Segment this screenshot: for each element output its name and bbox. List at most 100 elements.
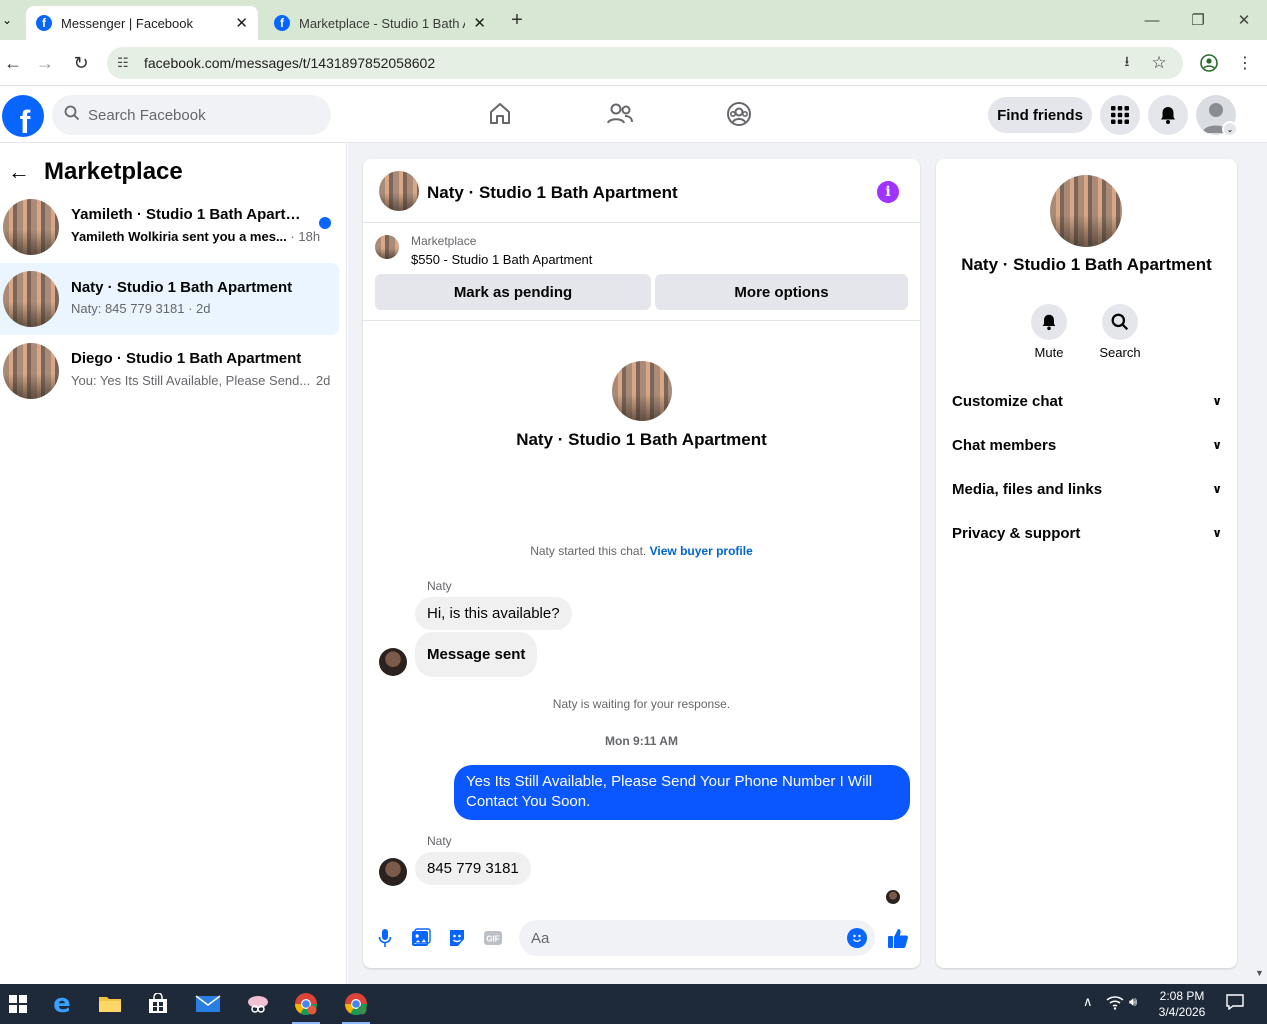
conversation-preview: Naty: 845 779 3181 bbox=[71, 301, 185, 316]
seen-receipt-avatar bbox=[886, 890, 900, 904]
outgoing-message-bubble[interactable]: Yes Its Still Available, Please Send You… bbox=[454, 765, 910, 820]
conversation-time: · 18h bbox=[290, 229, 321, 244]
like-thumbs-up-icon[interactable] bbox=[886, 926, 910, 950]
notifications-bell-icon[interactable] bbox=[1148, 95, 1188, 135]
volume-icon[interactable]: 🔊︎ bbox=[1129, 994, 1137, 1010]
edge-browser-icon[interactable]: e bbox=[44, 988, 80, 1020]
url-bar[interactable]: ☷ facebook.com/messages/t/14318978520586… bbox=[107, 47, 1183, 79]
install-app-icon[interactable]: ⭳ bbox=[1116, 52, 1138, 74]
listing-thumbnail[interactable] bbox=[375, 235, 399, 259]
message-sender-name: Naty bbox=[427, 579, 452, 593]
conversation-item-yamileth[interactable]: Yamileth · Studio 1 Bath Apartme... Yami… bbox=[0, 195, 339, 259]
minimize-icon[interactable]: — bbox=[1140, 8, 1164, 32]
menu-grid-icon[interactable] bbox=[1100, 95, 1140, 135]
more-options-button[interactable]: More options bbox=[655, 274, 908, 310]
listing-photo-avatar bbox=[3, 271, 59, 327]
search-in-conversation-button[interactable] bbox=[1102, 304, 1138, 340]
clock-date: 3/4/2026 bbox=[1158, 1005, 1206, 1019]
chrome-taskbar-icon-1[interactable] bbox=[288, 988, 324, 1024]
tab-messenger[interactable]: f Messenger | Facebook ✕ bbox=[26, 6, 258, 40]
file-explorer-icon[interactable] bbox=[92, 988, 128, 1020]
microsoft-store-icon[interactable] bbox=[140, 988, 176, 1020]
restore-icon[interactable]: ❐ bbox=[1186, 8, 1210, 32]
facebook-logo-icon[interactable]: f bbox=[2, 95, 44, 137]
new-tab-plus-icon[interactable]: + bbox=[506, 8, 528, 32]
conversation-time: · 2d bbox=[188, 301, 211, 316]
url-text: facebook.com/messages/t/1431897852058602 bbox=[144, 55, 436, 71]
back-arrow-icon[interactable]: ← bbox=[8, 159, 30, 185]
notification-center-icon[interactable] bbox=[1226, 994, 1244, 1013]
incoming-message-bubble[interactable]: 845 779 3181 bbox=[415, 852, 531, 885]
chat-header: Naty · Studio 1 Bath Apartment bbox=[363, 159, 920, 223]
conversation-info-icon[interactable]: i bbox=[877, 181, 899, 203]
mail-icon[interactable] bbox=[190, 988, 226, 1020]
groups-icon[interactable] bbox=[725, 100, 753, 128]
customize-chat-section[interactable]: Customize chat ∨ bbox=[952, 389, 1222, 413]
chat-header-avatar[interactable] bbox=[379, 171, 419, 211]
find-friends-button[interactable]: Find friends bbox=[988, 97, 1092, 133]
section-label: Media, files and links bbox=[952, 480, 1103, 498]
incoming-message-bubble[interactable]: Message sent bbox=[415, 632, 538, 677]
conversation-details-panel bbox=[936, 159, 1237, 968]
photo-attach-icon[interactable] bbox=[409, 926, 433, 950]
reload-icon[interactable]: ↻ bbox=[68, 50, 94, 76]
microphone-icon[interactable] bbox=[373, 926, 397, 950]
chrome-taskbar-icon-2[interactable] bbox=[338, 988, 374, 1024]
conversation-title: Naty · Studio 1 Bath Apartment bbox=[71, 279, 293, 296]
message-input[interactable]: Aa bbox=[519, 920, 875, 956]
snipping-tool-icon[interactable] bbox=[240, 988, 276, 1020]
search-label: Search bbox=[1099, 345, 1141, 360]
listing-source: Marketplace bbox=[411, 234, 477, 248]
listing-photo-avatar bbox=[3, 343, 59, 399]
scroll-down-arrow-icon[interactable]: ▼ bbox=[1255, 968, 1264, 978]
naty-avatar[interactable] bbox=[379, 858, 407, 886]
sidebar-header: ← Marketplace bbox=[8, 156, 183, 188]
tab-title: Messenger | Facebook bbox=[61, 15, 193, 31]
composer-placeholder: Aa bbox=[531, 929, 550, 947]
account-chevron-down-icon[interactable]: ⌄ bbox=[1222, 121, 1238, 137]
tab-marketplace[interactable]: f Marketplace - Studio 1 Bath Ap ✕ bbox=[264, 6, 496, 40]
profile-icon[interactable] bbox=[1198, 52, 1220, 74]
section-label: Customize chat bbox=[952, 392, 1063, 410]
tab-title: Marketplace - Studio 1 Bath Ap bbox=[299, 15, 466, 31]
tab-search-chevron-icon[interactable]: ⌄ bbox=[0, 10, 14, 30]
page-scrollbar[interactable] bbox=[1254, 143, 1267, 984]
close-window-icon[interactable]: ✕ bbox=[1232, 8, 1256, 32]
forward-arrow-icon[interactable]: → bbox=[32, 50, 58, 76]
chat-members-section[interactable]: Chat members ∨ bbox=[952, 433, 1222, 457]
conversation-item-diego[interactable]: Diego · Studio 1 Bath Apartment You: Yes… bbox=[0, 339, 339, 403]
site-info-icon[interactable]: ☷ bbox=[117, 55, 137, 71]
bookmark-star-icon[interactable]: ☆ bbox=[1148, 52, 1170, 74]
windows-start-icon[interactable] bbox=[0, 988, 36, 1020]
details-avatar[interactable] bbox=[1050, 175, 1122, 247]
show-hidden-icons-chevron-icon[interactable]: ∧ bbox=[1083, 994, 1093, 1010]
sidebar-title: Marketplace bbox=[44, 158, 183, 185]
media-files-links-section[interactable]: Media, files and links ∨ bbox=[952, 477, 1222, 501]
naty-avatar[interactable] bbox=[379, 648, 407, 676]
tab-close-icon[interactable]: ✕ bbox=[473, 14, 486, 32]
search-facebook-input[interactable]: Search Facebook bbox=[52, 95, 331, 135]
sticker-icon[interactable] bbox=[445, 926, 469, 950]
chat-title[interactable]: Naty · Studio 1 Bath Apartment bbox=[427, 183, 678, 203]
view-buyer-profile-link[interactable]: View buyer profile bbox=[650, 544, 753, 558]
back-arrow-icon[interactable]: ← bbox=[0, 50, 26, 76]
emoji-icon[interactable] bbox=[847, 928, 867, 948]
browser-menu-icon[interactable]: ⋮ bbox=[1236, 52, 1254, 74]
taskbar-clock[interactable]: 2:08 PM 3/4/2026 bbox=[1156, 988, 1208, 1020]
mute-button[interactable] bbox=[1031, 304, 1067, 340]
wifi-icon[interactable] bbox=[1106, 994, 1124, 1013]
listing-price-title[interactable]: $550 - Studio 1 Bath Apartment bbox=[411, 252, 592, 267]
conversation-preview: Yamileth Wolkiria sent you a mes... bbox=[71, 229, 287, 244]
conversation-time: 2d bbox=[315, 373, 331, 388]
listing-photo-avatar bbox=[3, 199, 59, 255]
privacy-support-section[interactable]: Privacy & support ∨ bbox=[952, 521, 1222, 545]
friends-icon[interactable] bbox=[606, 100, 634, 128]
conversation-item-naty[interactable]: Naty · Studio 1 Bath Apartment Naty: 845… bbox=[0, 263, 339, 335]
chat-started-line: Naty started this chat. View buyer profi… bbox=[363, 544, 920, 558]
incoming-message-bubble[interactable]: Hi, is this available? bbox=[415, 597, 572, 630]
conversation-title: Yamileth · Studio 1 Bath Apartme... bbox=[71, 206, 311, 223]
mark-as-pending-button[interactable]: Mark as pending bbox=[375, 274, 651, 310]
home-icon[interactable] bbox=[486, 100, 514, 128]
tab-close-icon[interactable]: ✕ bbox=[235, 14, 248, 32]
gif-icon[interactable]: GIF bbox=[481, 926, 505, 950]
